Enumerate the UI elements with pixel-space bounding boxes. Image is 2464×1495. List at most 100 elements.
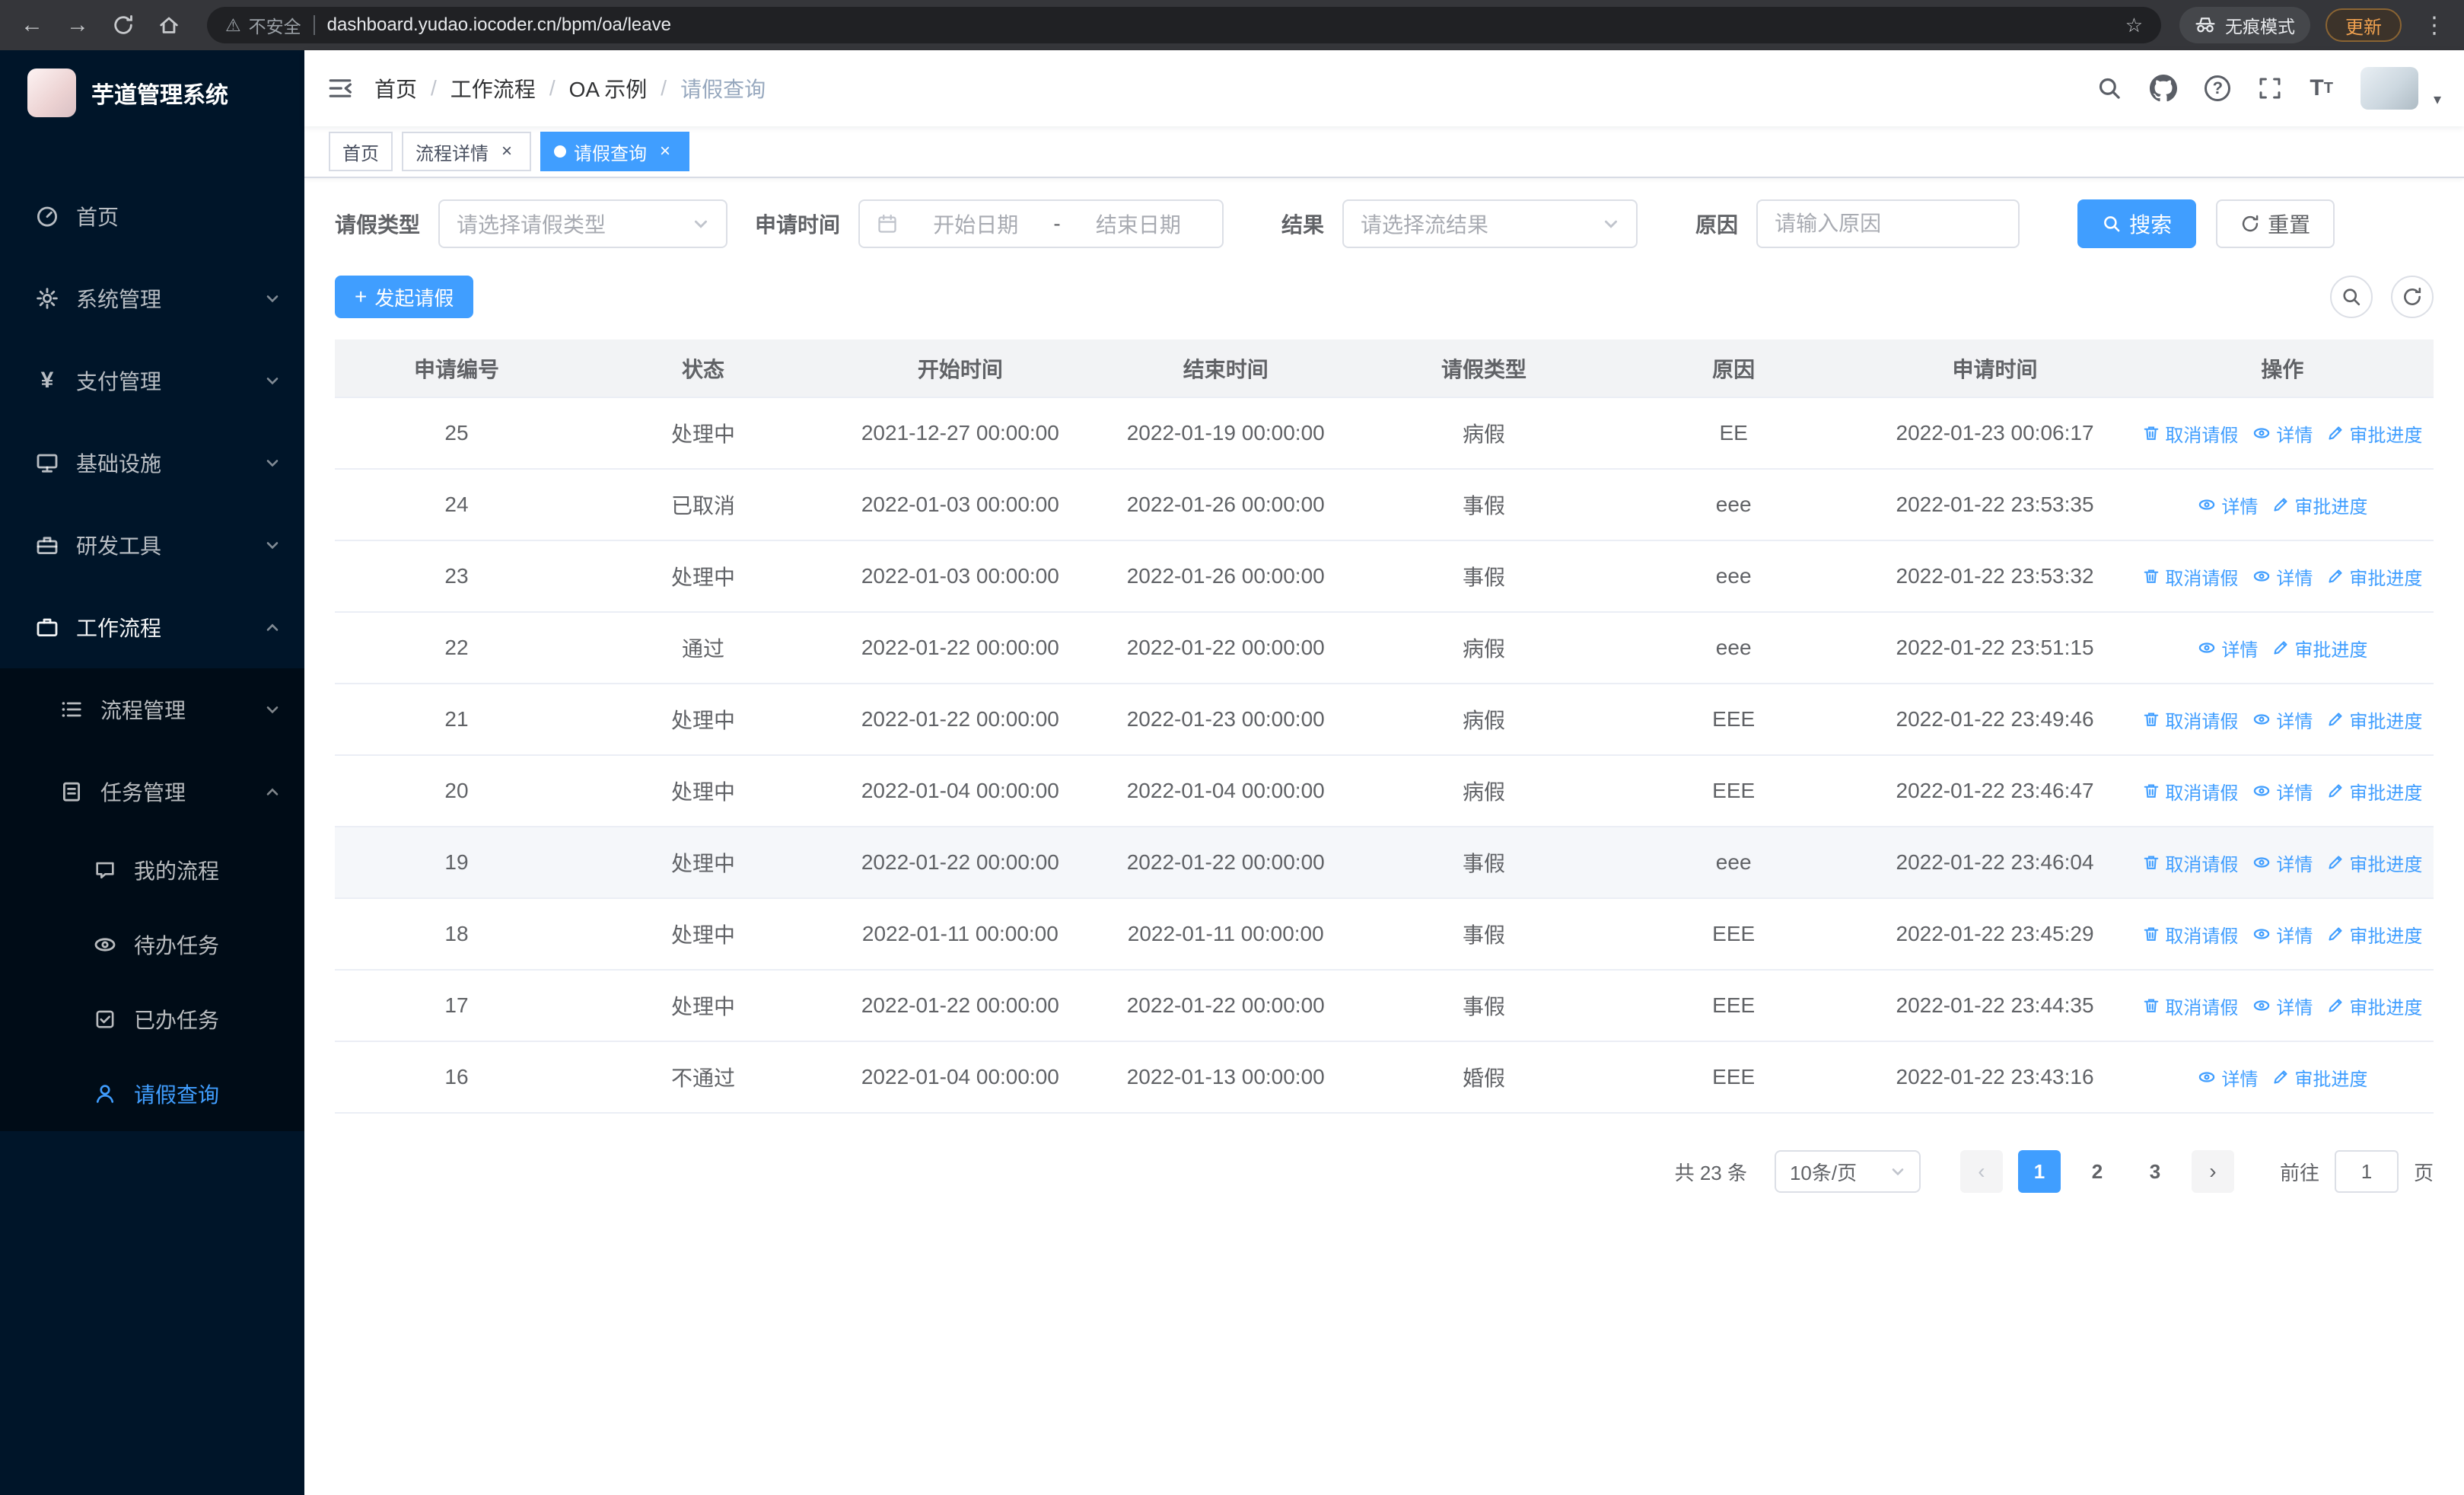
filter-result: 结果 请选择流结果 [1281, 199, 1638, 248]
cell-start-time: 2021-12-27 00:00:00 [828, 397, 1093, 470]
approval-progress-link[interactable]: 审批进度 [2326, 778, 2422, 805]
sidebar-item-devtools[interactable]: 研发工具 [0, 504, 304, 586]
start-date-placeholder[interactable]: 开始日期 [909, 209, 1043, 239]
sidebar-item-todo-tasks[interactable]: 待办任务 [0, 907, 304, 982]
cell-actions: 详情 审批进度 [2131, 612, 2434, 684]
tab-process-detail[interactable]: 流程详情 × [402, 132, 531, 171]
cancel-leave-link[interactable]: 取消请假 [2142, 921, 2238, 948]
page-button-2[interactable]: 2 [2076, 1150, 2119, 1193]
detail-link[interactable]: 详情 [2197, 1064, 2258, 1091]
page-button-3[interactable]: 3 [2134, 1150, 2176, 1193]
close-icon[interactable]: × [654, 141, 676, 162]
detail-link[interactable]: 详情 [2252, 778, 2313, 805]
cancel-leave-link[interactable]: 取消请假 [2142, 850, 2238, 876]
gear-icon [33, 286, 61, 311]
goto-page-input[interactable] [2334, 1150, 2399, 1193]
close-icon[interactable]: × [496, 141, 517, 162]
select-placeholder: 请选择流结果 [1361, 213, 1489, 237]
detail-link[interactable]: 详情 [2252, 993, 2313, 1019]
sidebar-item-home[interactable]: 首页 [0, 175, 304, 257]
breadcrumb-item[interactable]: 工作流程 [450, 73, 536, 104]
help-icon[interactable]: ? [2205, 75, 2231, 101]
sidebar-item-infra[interactable]: 基础设施 [0, 422, 304, 504]
search-icon[interactable] [2096, 75, 2122, 101]
create-leave-button[interactable]: + 发起请假 [335, 276, 474, 318]
refresh-icon[interactable] [103, 5, 143, 45]
refresh-table-icon[interactable] [2391, 276, 2434, 318]
table-body: 25 处理中 2021-12-27 00:00:00 2022-01-19 00… [335, 397, 2434, 1114]
sidebar-item-payment[interactable]: ¥ 支付管理 [0, 339, 304, 422]
home-icon[interactable] [149, 5, 189, 45]
breadcrumb-item[interactable]: OA 示例 [569, 73, 648, 104]
leave-type-select[interactable]: 请选择请假类型 [438, 199, 728, 248]
browser-menu-icon[interactable]: ⋮ [2417, 12, 2452, 39]
page-size-select[interactable]: 10条/页 [1774, 1150, 1921, 1193]
result-select[interactable]: 请选择流结果 [1342, 199, 1638, 248]
action-label: 详情 [2276, 854, 2313, 875]
github-icon[interactable] [2150, 75, 2178, 102]
detail-link[interactable]: 详情 [2252, 850, 2313, 876]
cell-end-time: 2022-01-26 00:00:00 [1092, 469, 1359, 541]
approval-progress-link[interactable]: 审批进度 [2271, 635, 2367, 661]
approval-progress-link[interactable]: 审批进度 [2326, 706, 2422, 733]
next-page-button[interactable]: › [2191, 1150, 2234, 1193]
sidebar-item-my-process[interactable]: 我的流程 [0, 833, 304, 907]
detail-link[interactable]: 详情 [2252, 921, 2313, 948]
approval-progress-link[interactable]: 审批进度 [2326, 420, 2422, 447]
approval-progress-link[interactable]: 审批进度 [2326, 921, 2422, 948]
end-date-placeholder[interactable]: 结束日期 [1071, 209, 1205, 239]
page-button-1[interactable]: 1 [2017, 1150, 2061, 1193]
filter-label: 请假类型 [335, 213, 421, 237]
sidebar-item-done-tasks[interactable]: 已办任务 [0, 982, 304, 1057]
briefcase-icon [33, 615, 61, 639]
approval-progress-link[interactable]: 审批进度 [2326, 993, 2422, 1019]
update-button[interactable]: 更新 [2326, 8, 2402, 42]
sidebar-item-workflow[interactable]: 工作流程 [0, 586, 304, 668]
back-icon[interactable]: ← [12, 5, 52, 45]
breadcrumb-item[interactable]: 首页 [374, 73, 417, 104]
reason-input[interactable] [1756, 199, 2020, 248]
app: 芋道管理系统 首页 系统管理 ¥ 支付管理 基础设施 研发工具 工作流程 流程管… [0, 50, 2464, 1495]
cancel-leave-link[interactable]: 取消请假 [2142, 706, 2238, 733]
approval-progress-link[interactable]: 审批进度 [2271, 1064, 2367, 1091]
tab-leave-query[interactable]: 请假查询 × [540, 132, 689, 171]
cancel-leave-link[interactable]: 取消请假 [2142, 778, 2238, 805]
sidebar-item-process-mgmt[interactable]: 流程管理 [0, 668, 304, 751]
cell-end-time: 2022-01-22 00:00:00 [1092, 827, 1359, 899]
cancel-leave-link[interactable]: 取消请假 [2142, 993, 2238, 1019]
sidebar-item-task-mgmt[interactable]: 任务管理 [0, 751, 304, 833]
approval-progress-link[interactable]: 审批进度 [2326, 850, 2422, 876]
forward-icon[interactable]: → [58, 5, 97, 45]
cancel-leave-link[interactable]: 取消请假 [2142, 563, 2238, 590]
avatar[interactable] [2360, 67, 2418, 110]
approval-progress-link[interactable]: 审批进度 [2271, 492, 2367, 518]
detail-link[interactable]: 详情 [2197, 492, 2258, 518]
collapse-sidebar-icon[interactable] [327, 75, 353, 101]
detail-link[interactable]: 详情 [2252, 706, 2313, 733]
search-button[interactable]: 搜索 [2077, 199, 2197, 248]
approval-progress-link[interactable]: 审批进度 [2326, 563, 2422, 590]
sidebar-item-system[interactable]: 系统管理 [0, 257, 304, 339]
date-range-picker[interactable]: 开始日期 - 结束日期 [858, 199, 1224, 248]
sidebar-item-label: 系统管理 [76, 288, 162, 311]
fullscreen-icon[interactable] [2258, 76, 2282, 100]
toggle-search-icon[interactable] [2330, 276, 2373, 318]
cell-start-time: 2022-01-04 00:00:00 [828, 1041, 1093, 1114]
tab-home[interactable]: 首页 [329, 132, 393, 171]
detail-link[interactable]: 详情 [2197, 635, 2258, 661]
prev-page-button[interactable]: ‹ [1959, 1150, 2003, 1193]
url-bar[interactable]: ⚠ 不安全 dashboard.yudao.iocoder.cn/bpm/oa/… [207, 7, 2161, 43]
logo: 芋道管理系统 [0, 50, 304, 135]
pen-icon [2326, 782, 2345, 800]
detail-link[interactable]: 详情 [2252, 563, 2313, 590]
font-size-icon[interactable]: TT [2310, 77, 2333, 100]
cancel-leave-link[interactable]: 取消请假 [2142, 420, 2238, 447]
cell-actions: 详情 审批进度 [2131, 469, 2434, 541]
sidebar-item-leave-query[interactable]: 请假查询 [0, 1057, 304, 1131]
bookmark-star-icon[interactable]: ☆ [2125, 14, 2143, 37]
cell-leave-type: 病假 [1358, 612, 1609, 684]
reset-button[interactable]: 重置 [2216, 199, 2335, 248]
caret-down-icon[interactable]: ▾ [2434, 90, 2441, 109]
action-label: 详情 [2276, 568, 2313, 589]
detail-link[interactable]: 详情 [2252, 420, 2313, 447]
